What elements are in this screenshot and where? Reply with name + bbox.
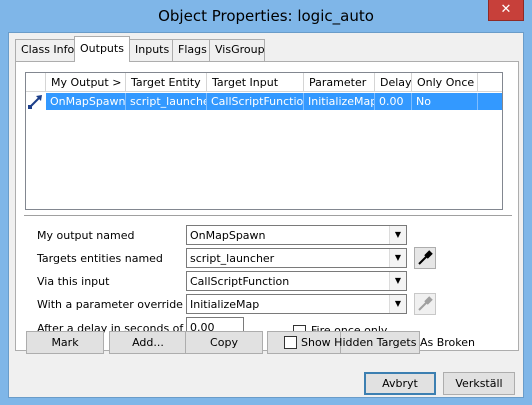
- window-title: Object Properties: logic_auto: [158, 7, 374, 25]
- cell-target-entity: script_launcher: [126, 93, 207, 110]
- column-label: My Output: [51, 76, 109, 89]
- tab-label: Flags: [178, 43, 207, 56]
- tab-outputs[interactable]: Outputs: [74, 36, 130, 62]
- tab-label: Class Info: [21, 43, 75, 56]
- cell-target-input: CallScriptFunction: [207, 93, 304, 110]
- apply-button[interactable]: Verkställ: [443, 372, 515, 395]
- output-named-label: My output named: [37, 229, 135, 242]
- cell-only-once: No: [412, 93, 478, 110]
- eyedropper-icon: [418, 250, 433, 265]
- eyedropper-button[interactable]: [414, 247, 436, 269]
- dialog-client-area: Class Info Outputs Inputs Flags VisGroup…: [8, 32, 524, 398]
- parameter-override-label: With a parameter override of: [37, 298, 198, 311]
- title-bar[interactable]: Object Properties: logic_auto ✕: [0, 0, 532, 32]
- column-label: Parameter: [309, 76, 367, 89]
- mark-button[interactable]: Mark: [26, 331, 104, 354]
- combo-value: InitializeMap: [190, 298, 260, 311]
- combo-value: script_launcher: [190, 252, 275, 265]
- column-header-delay[interactable]: Delay: [375, 73, 412, 92]
- via-input-label: Via this input: [37, 275, 110, 288]
- show-hidden-checkbox[interactable]: [284, 336, 297, 349]
- tab-inputs[interactable]: Inputs: [129, 39, 173, 61]
- column-header-icon: [26, 73, 46, 92]
- column-label: Only Once: [417, 76, 475, 89]
- targets-named-combo[interactable]: script_launcher ▼: [186, 248, 407, 268]
- dialog-window: Object Properties: logic_auto ✕ Class In…: [0, 0, 532, 405]
- column-label: Target Entity: [131, 76, 201, 89]
- cell-parameter: InitializeMap: [304, 93, 375, 110]
- cell-delay: 0.00: [375, 93, 412, 110]
- chevron-down-icon[interactable]: ▼: [389, 226, 406, 244]
- chevron-down-icon[interactable]: ▼: [389, 295, 406, 313]
- list-header: My Output > Target Entity Target Input P…: [26, 73, 502, 92]
- eyedropper-button-disabled: [414, 293, 436, 315]
- column-header-my-output[interactable]: My Output >: [46, 73, 126, 92]
- tab-label: VisGroup: [215, 43, 265, 56]
- cell-my-output: OnMapSpawn: [46, 93, 126, 110]
- column-header-filler: [478, 73, 502, 92]
- cancel-button[interactable]: Avbryt: [364, 372, 436, 395]
- add-button[interactable]: Add...: [109, 331, 187, 354]
- tab-label: Outputs: [80, 42, 124, 55]
- column-header-target-input[interactable]: Target Input: [207, 73, 304, 92]
- tab-visgroup[interactable]: VisGroup: [209, 39, 265, 61]
- column-label: Delay: [380, 76, 412, 89]
- tab-flags[interactable]: Flags: [172, 39, 210, 61]
- column-header-target-entity[interactable]: Target Entity: [126, 73, 207, 92]
- close-button[interactable]: ✕: [488, 0, 524, 21]
- output-named-combo[interactable]: OnMapSpawn ▼: [186, 225, 407, 245]
- tab-class-info[interactable]: Class Info: [15, 39, 75, 61]
- via-input-combo[interactable]: CallScriptFunction ▼: [186, 271, 407, 291]
- outputs-tab-panel: My Output > Target Entity Target Input P…: [15, 61, 519, 351]
- combo-value: CallScriptFunction: [190, 275, 290, 288]
- chevron-down-icon[interactable]: ▼: [389, 272, 406, 290]
- sort-indicator: >: [112, 76, 122, 89]
- column-header-only-once[interactable]: Only Once: [412, 73, 478, 92]
- column-label: Target Input: [212, 76, 279, 89]
- output-connection-icon: [26, 93, 46, 110]
- targets-named-label: Targets entities named: [37, 252, 163, 265]
- parameter-override-combo[interactable]: InitializeMap ▼: [186, 294, 407, 314]
- divider: [24, 215, 512, 217]
- copy-button[interactable]: Copy: [185, 331, 263, 354]
- show-hidden-label[interactable]: Show Hidden Targets As Broken: [301, 336, 475, 349]
- outputs-list[interactable]: My Output > Target Entity Target Input P…: [25, 72, 503, 210]
- column-header-parameter[interactable]: Parameter: [304, 73, 375, 92]
- chevron-down-icon[interactable]: ▼: [389, 249, 406, 267]
- combo-value: OnMapSpawn: [190, 229, 266, 242]
- tab-label: Inputs: [135, 43, 170, 56]
- eyedropper-icon: [418, 296, 433, 311]
- table-row[interactable]: OnMapSpawn script_launcher CallScriptFun…: [26, 93, 502, 110]
